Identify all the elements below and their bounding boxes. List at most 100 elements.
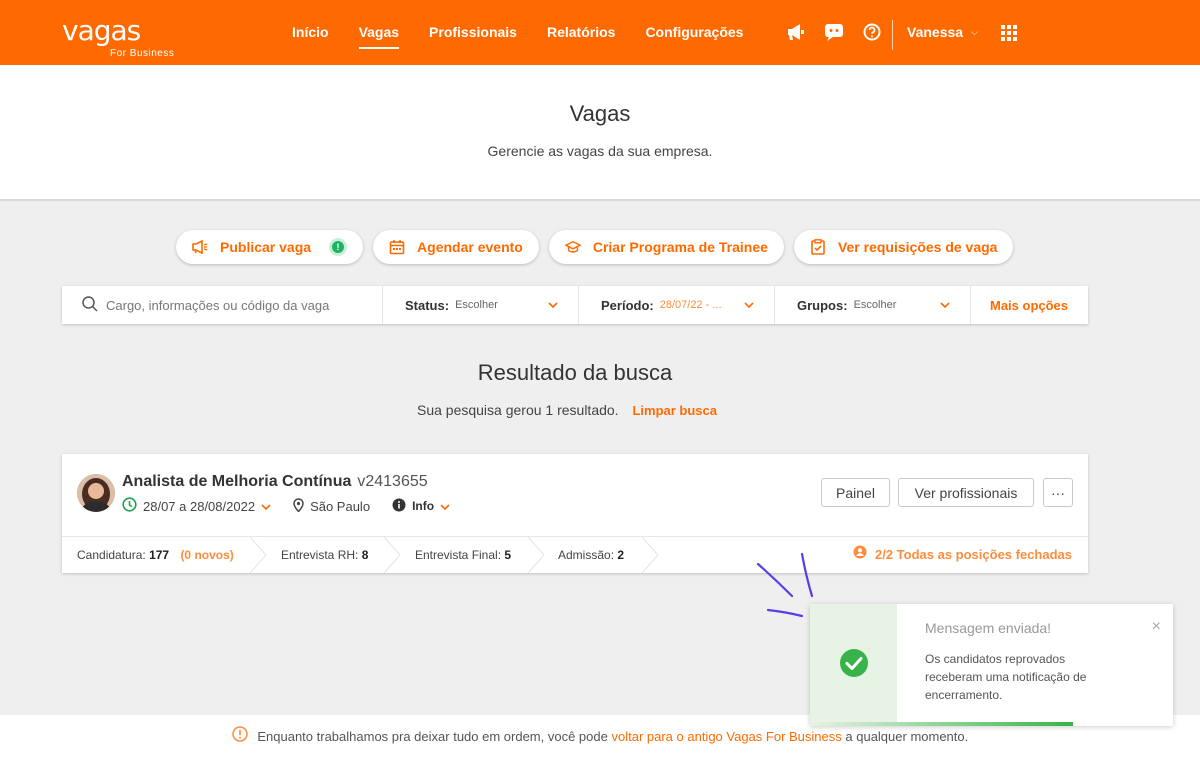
status-select[interactable]: Status: Escolher (383, 286, 579, 324)
job-name: Analista de Melhoria Contínua (122, 473, 352, 490)
schedule-event-label: Agendar evento (417, 239, 523, 255)
toast-progress-bar (810, 722, 1073, 726)
chat-icon[interactable] (824, 22, 844, 42)
positions-closed-label: 2/2 Todas as posições fechadas (874, 547, 1072, 562)
view-requisitions-label: Ver requisições de vaga (837, 239, 998, 255)
panel-button[interactable]: Painel (821, 478, 890, 507)
search-icon (82, 295, 98, 315)
person-icon (853, 537, 867, 573)
step-label: Admissão: (558, 548, 615, 562)
step-count: 2 (617, 548, 625, 562)
help-icon[interactable] (862, 22, 882, 42)
logo-subtitle: For Business (110, 48, 175, 59)
chevron-down-icon (940, 298, 950, 312)
nav-configuracoes[interactable]: Configurações (645, 0, 743, 65)
header-divider (892, 20, 893, 50)
megaphone-icon (192, 239, 208, 255)
step-separator (250, 537, 267, 573)
clear-search-link[interactable]: Limpar busca (632, 403, 717, 418)
notice-text-after: a qualquer momento. (845, 729, 969, 744)
location-pin-icon (293, 497, 304, 515)
results-title: Resultado da busca (477, 360, 673, 385)
notice-text-before: Enquanto trabalhamos pra deixar tudo em … (257, 729, 608, 744)
groups-select[interactable]: Grupos: Escolher (775, 286, 971, 324)
step-label: Candidatura: (77, 548, 146, 562)
user-menu[interactable]: Vanessa ⌵ (907, 24, 978, 40)
toast-message: Os candidatos reprovados receberam uma n… (925, 652, 1087, 702)
logo-word: vagas (62, 14, 141, 47)
toast-icon-area (810, 604, 897, 726)
alert-badge: ! (329, 238, 348, 256)
nav-profissionais[interactable]: Profissionais (429, 0, 517, 65)
groups-value: Escolher (853, 299, 897, 311)
chevron-down-icon[interactable] (261, 499, 271, 514)
top-navigation-bar: vagas For Business Início Vagas Profissi… (0, 0, 1200, 65)
header-icons (786, 22, 882, 42)
more-actions-button[interactable]: ··· (1043, 478, 1073, 507)
vagas-logo[interactable]: vagas For Business (62, 14, 174, 60)
schedule-event-button[interactable]: Agendar evento (373, 230, 539, 264)
user-name: Vanessa (907, 24, 964, 40)
toast-title: Mensagem enviada! (925, 620, 1052, 636)
view-requisitions-button[interactable]: Ver requisições de vaga (793, 230, 1014, 264)
page-subtitle: Gerencie as vagas da sua empresa. (487, 143, 713, 159)
status-value: Escolher (455, 299, 498, 311)
results-summary: Sua pesquisa gerou 1 resultado. Limpar b… (0, 402, 1134, 418)
sparkle-decoration (756, 552, 814, 618)
job-title[interactable]: Analista de Melhoria Contínua v2413655 (122, 473, 428, 491)
nav-vagas[interactable]: Vagas (358, 0, 400, 65)
step-entrevista-rh[interactable]: Entrevista RH: 8 (281, 537, 368, 573)
page-title: Vagas (569, 101, 631, 126)
graduation-cap-icon (564, 239, 581, 255)
view-professionals-button[interactable]: Ver profissionais (898, 478, 1034, 507)
job-meta: 28/07 a 28/08/2022 São Paulo Info (122, 497, 450, 515)
success-toast: Mensagem enviada! Os candidatos reprovad… (810, 604, 1173, 726)
apps-grid-icon[interactable] (1001, 25, 1017, 41)
period-value: 28/07/22 - ... (659, 299, 722, 311)
period-select[interactable]: Período: 28/07/22 - ... (579, 286, 775, 324)
check-circle-icon (839, 648, 869, 683)
search-placeholder: Cargo, informações ou código da vaga (106, 297, 330, 313)
step-separator (642, 537, 659, 573)
step-entrevista-final[interactable]: Entrevista Final: 5 (415, 537, 511, 573)
status-label: Status: (405, 297, 450, 313)
create-trainee-program-label: Criar Programa de Trainee (592, 239, 768, 255)
new-count: (0 novos) (180, 548, 234, 562)
info-dropdown[interactable]: Info (412, 499, 434, 513)
more-options-button[interactable]: Mais opções (971, 286, 1087, 324)
close-icon[interactable]: × (1152, 618, 1161, 636)
legacy-version-link[interactable]: voltar para o antigo Vagas For Business (611, 729, 841, 744)
publish-job-label: Publicar vaga (220, 239, 312, 255)
chevron-down-icon (744, 298, 754, 312)
nav-relatorios[interactable]: Relatórios (547, 0, 615, 65)
nav-inicio[interactable]: Início (292, 0, 329, 65)
step-separator (384, 537, 401, 573)
info-icon (392, 498, 406, 515)
step-candidatura[interactable]: Candidatura: 177 (0 novos) (77, 537, 234, 573)
warning-icon (231, 716, 248, 758)
main-nav: Início Vagas Profissionais Relatórios Co… (292, 0, 743, 65)
job-code: v2413655 (357, 473, 428, 490)
period-label: Período: (601, 297, 654, 313)
step-label: Entrevista Final: (415, 548, 502, 562)
pipeline-steps: Candidatura: 177 (0 novos) Entrevista RH… (62, 536, 1088, 573)
search-input[interactable]: Cargo, informações ou código da vaga (62, 286, 383, 324)
results-count-text: Sua pesquisa gerou 1 resultado. (416, 402, 619, 418)
avatar (77, 474, 115, 512)
chevron-down-icon: ⌵ (971, 26, 978, 37)
page-header: Vagas Gerencie as vagas da sua empresa. (0, 65, 1200, 201)
search-filter-bar: Cargo, informações ou código da vaga Sta… (62, 286, 1088, 324)
step-count: 5 (504, 548, 512, 562)
publish-job-button[interactable]: Publicar vaga ! (176, 230, 364, 264)
step-count: 177 (149, 548, 170, 562)
job-dates: 28/07 a 28/08/2022 (143, 498, 256, 514)
step-separator (528, 537, 545, 573)
step-label: Entrevista RH: (281, 548, 359, 562)
create-trainee-program-button[interactable]: Criar Programa de Trainee (548, 230, 784, 264)
announcement-icon[interactable] (786, 22, 806, 42)
action-buttons: Publicar vaga ! Agendar evento Criar Pro… (176, 230, 1014, 264)
step-admissao[interactable]: Admissão: 2 (558, 537, 624, 573)
chevron-down-icon[interactable] (440, 499, 450, 514)
positions-closed-status[interactable]: 2/2 Todas as posições fechadas (853, 537, 1072, 573)
step-count: 8 (361, 548, 369, 562)
